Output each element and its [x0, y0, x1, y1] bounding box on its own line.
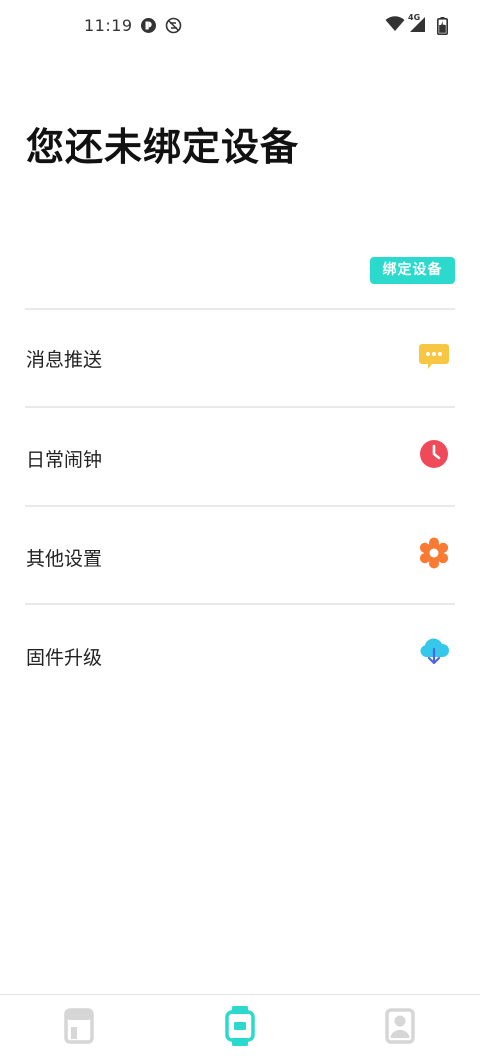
bind-device-button[interactable]: 绑定设备	[370, 257, 455, 284]
menu-item-label: 其他设置	[26, 548, 103, 570]
wifi-icon	[385, 16, 405, 36]
cloud-download-icon	[418, 635, 450, 667]
menu-item-firmware-upgrade[interactable]: 固件升级	[0, 605, 480, 701]
menu-item-other-settings[interactable]: 其他设置	[0, 507, 480, 603]
user-icon	[385, 1008, 415, 1044]
gear-icon	[418, 537, 450, 569]
app-indicator-icon	[140, 17, 157, 34]
card-icon	[64, 1008, 94, 1044]
status-bar: 11:19 4G	[0, 0, 480, 54]
tab-home[interactable]	[0, 995, 160, 1056]
menu-item-daily-alarm[interactable]: 日常闹钟	[0, 408, 480, 504]
menu-item-label: 消息推送	[26, 349, 103, 371]
menu-item-message-push[interactable]: 消息推送	[0, 310, 480, 406]
tab-profile[interactable]	[320, 995, 480, 1056]
watch-icon	[225, 1006, 255, 1046]
bottom-nav	[0, 994, 480, 1056]
menu-item-label: 日常闹钟	[26, 449, 103, 471]
message-icon	[418, 340, 450, 372]
menu-item-label: 固件升级	[26, 647, 103, 669]
screen: 11:19 4G 您还未绑定设备 绑定设备 消息推送 日常闹钟 其他设置 固件升…	[0, 0, 480, 1056]
tab-device[interactable]	[160, 995, 320, 1056]
status-time: 11:19	[84, 16, 133, 35]
clock-icon	[418, 438, 450, 470]
page-title: 您还未绑定设备	[26, 125, 300, 169]
battery-icon	[437, 17, 448, 39]
no-sync-icon	[165, 17, 182, 34]
